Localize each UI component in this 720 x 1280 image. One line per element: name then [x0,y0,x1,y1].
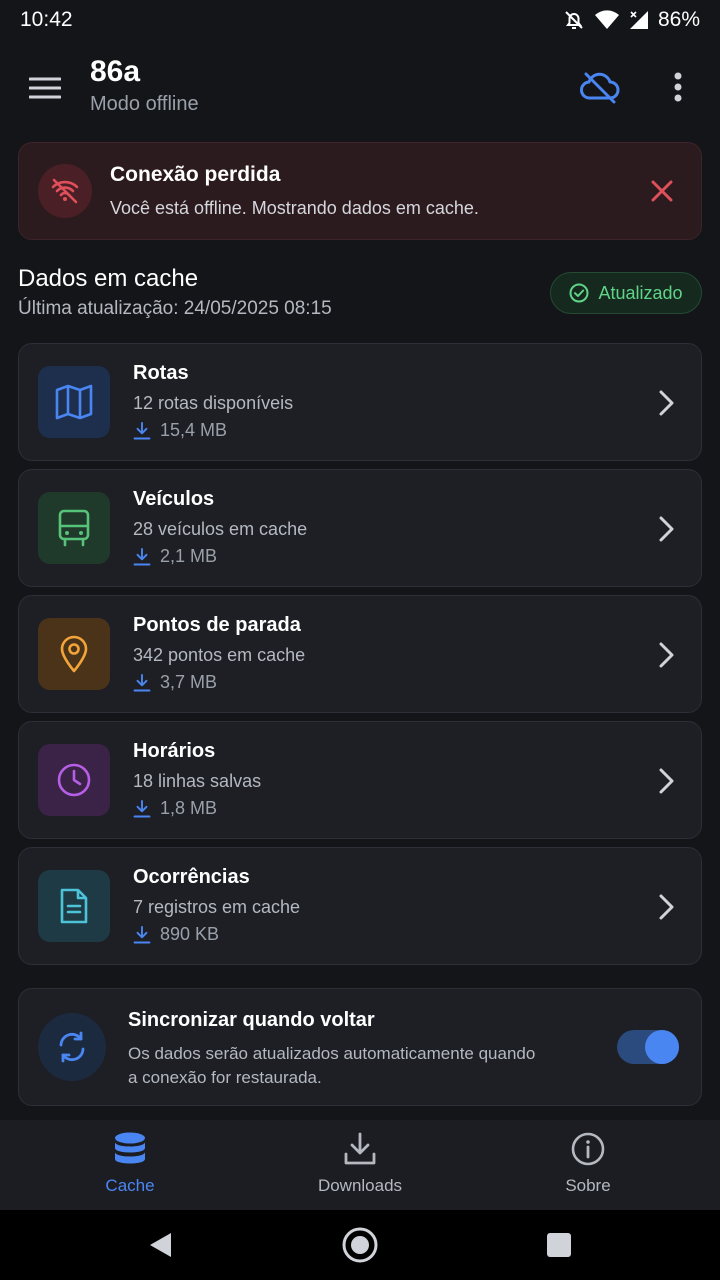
nav-label: Cache [105,1176,155,1195]
card-subtitle: 7 registros em cache [133,897,301,917]
card-title: Veículos [133,488,215,510]
cellular-signal-icon [628,9,650,31]
card-size: 890 KB [133,924,219,945]
chevron-right-icon [653,891,681,923]
app-titles: 86a Modo offline [90,54,199,118]
card-title: Rotas [133,362,189,384]
recents-square-icon [547,1233,571,1257]
sync-toggle[interactable] [617,1030,679,1064]
sync-settings-card: Sincronizar quando voltar Os dados serão… [18,988,702,1106]
app-title: 86a [90,55,141,88]
download-icon [133,673,151,691]
cloud-off-icon [580,72,620,104]
download-icon [133,925,151,943]
app-subtitle: Modo offline [90,93,199,115]
alert-close-button[interactable] [645,174,679,208]
card-size-value: 3,7 MB [160,672,218,692]
card-size-value: 2,1 MB [160,546,218,566]
info-icon [571,1132,605,1166]
badge-label: Atualizado [598,282,683,303]
app-bar: 86a Modo offline [0,48,720,128]
card-size-value: 890 KB [160,924,220,944]
nav-item-sobre[interactable]: Sobre [508,1132,668,1202]
section-title: Dados em cache [18,265,199,292]
nav-item-downloads[interactable]: Downloads [280,1132,440,1202]
last-update-text: Última atualização: 24/05/2025 08:15 [18,298,332,319]
download-icon [133,547,151,565]
alert-title: Conexão perdida [110,163,281,186]
hamburger-menu-icon [29,77,61,99]
card-size: 2,1 MB [133,546,217,567]
database-icon [115,1132,145,1164]
bus-icon [38,492,110,564]
card-subtitle: 342 pontos em cache [133,645,306,665]
sync-title: Sincronizar quando voltar [128,1009,375,1031]
wifi-off-icon [38,164,92,218]
download-icon [133,421,151,439]
notifications-off-icon [562,8,586,32]
status-badge: Atualizado [550,272,702,314]
bottom-navigation: Cache Downloads Sobre [0,1120,720,1210]
cache-card-horarios[interactable]: Horários 18 linhas salvas 1,8 MB [18,721,702,839]
menu-button[interactable] [24,68,66,108]
chevron-right-icon [653,513,681,545]
nav-label: Sobre [565,1176,611,1195]
clock-icon [38,744,110,816]
wifi-icon [594,9,620,31]
cache-card-veiculos[interactable]: Veículos 28 veículos em cache 2,1 MB [18,469,702,587]
download-icon [344,1132,376,1165]
chevron-right-icon [653,639,681,671]
nav-label: Downloads [317,1176,403,1195]
status-time: 10:42 [20,8,73,31]
more-options-button[interactable] [658,66,698,108]
toggle-knob [645,1030,679,1064]
home-circle-icon [342,1227,378,1263]
card-size-value: 1,8 MB [160,798,218,818]
card-title: Pontos de parada [133,614,301,636]
sync-description: Os dados serão atualizados automaticamen… [128,1044,536,1087]
cache-card-rotas[interactable]: Rotas 12 rotas disponíveis 15,4 MB [18,343,702,461]
status-bar: 10:42 86% [0,0,720,40]
download-icon [133,799,151,817]
system-back-button[interactable] [142,1227,178,1263]
nav-item-cache[interactable]: Cache [50,1132,210,1202]
system-navigation-bar [0,1210,720,1280]
more-vertical-icon [674,72,682,102]
cache-card-ocorrencias[interactable]: Ocorrências 7 registros em cache 890 KB [18,847,702,965]
battery-level: 86% [657,8,700,31]
map-icon [38,366,110,438]
card-size-value: 15,4 MB [160,420,228,440]
sync-icon [38,1013,106,1081]
chevron-right-icon [653,765,681,797]
document-icon [38,870,110,942]
system-recents-button[interactable] [541,1227,577,1263]
cloud-offline-button[interactable] [576,66,624,108]
back-triangle-icon [150,1233,171,1257]
card-title: Horários [133,740,216,762]
chevron-right-icon [653,387,681,419]
card-subtitle: 12 rotas disponíveis [133,393,294,413]
card-subtitle: 28 veículos em cache [133,519,308,539]
card-subtitle: 18 linhas salvas [133,771,262,791]
card-title: Ocorrências [133,866,250,888]
card-size: 15,4 MB [133,420,227,441]
card-size: 3,7 MB [133,672,217,693]
status-icons: 86% [562,8,700,32]
alert-message: Você está offline. Mostrando dados em ca… [110,198,479,218]
system-home-button[interactable] [342,1227,378,1263]
map-pin-icon [38,618,110,690]
cache-card-pontos[interactable]: Pontos de parada 342 pontos em cache 3,7… [18,595,702,713]
card-size: 1,8 MB [133,798,217,819]
close-icon [651,180,673,202]
check-circle-icon [569,283,589,303]
connection-lost-alert: Conexão perdida Você está offline. Mostr… [18,142,702,240]
